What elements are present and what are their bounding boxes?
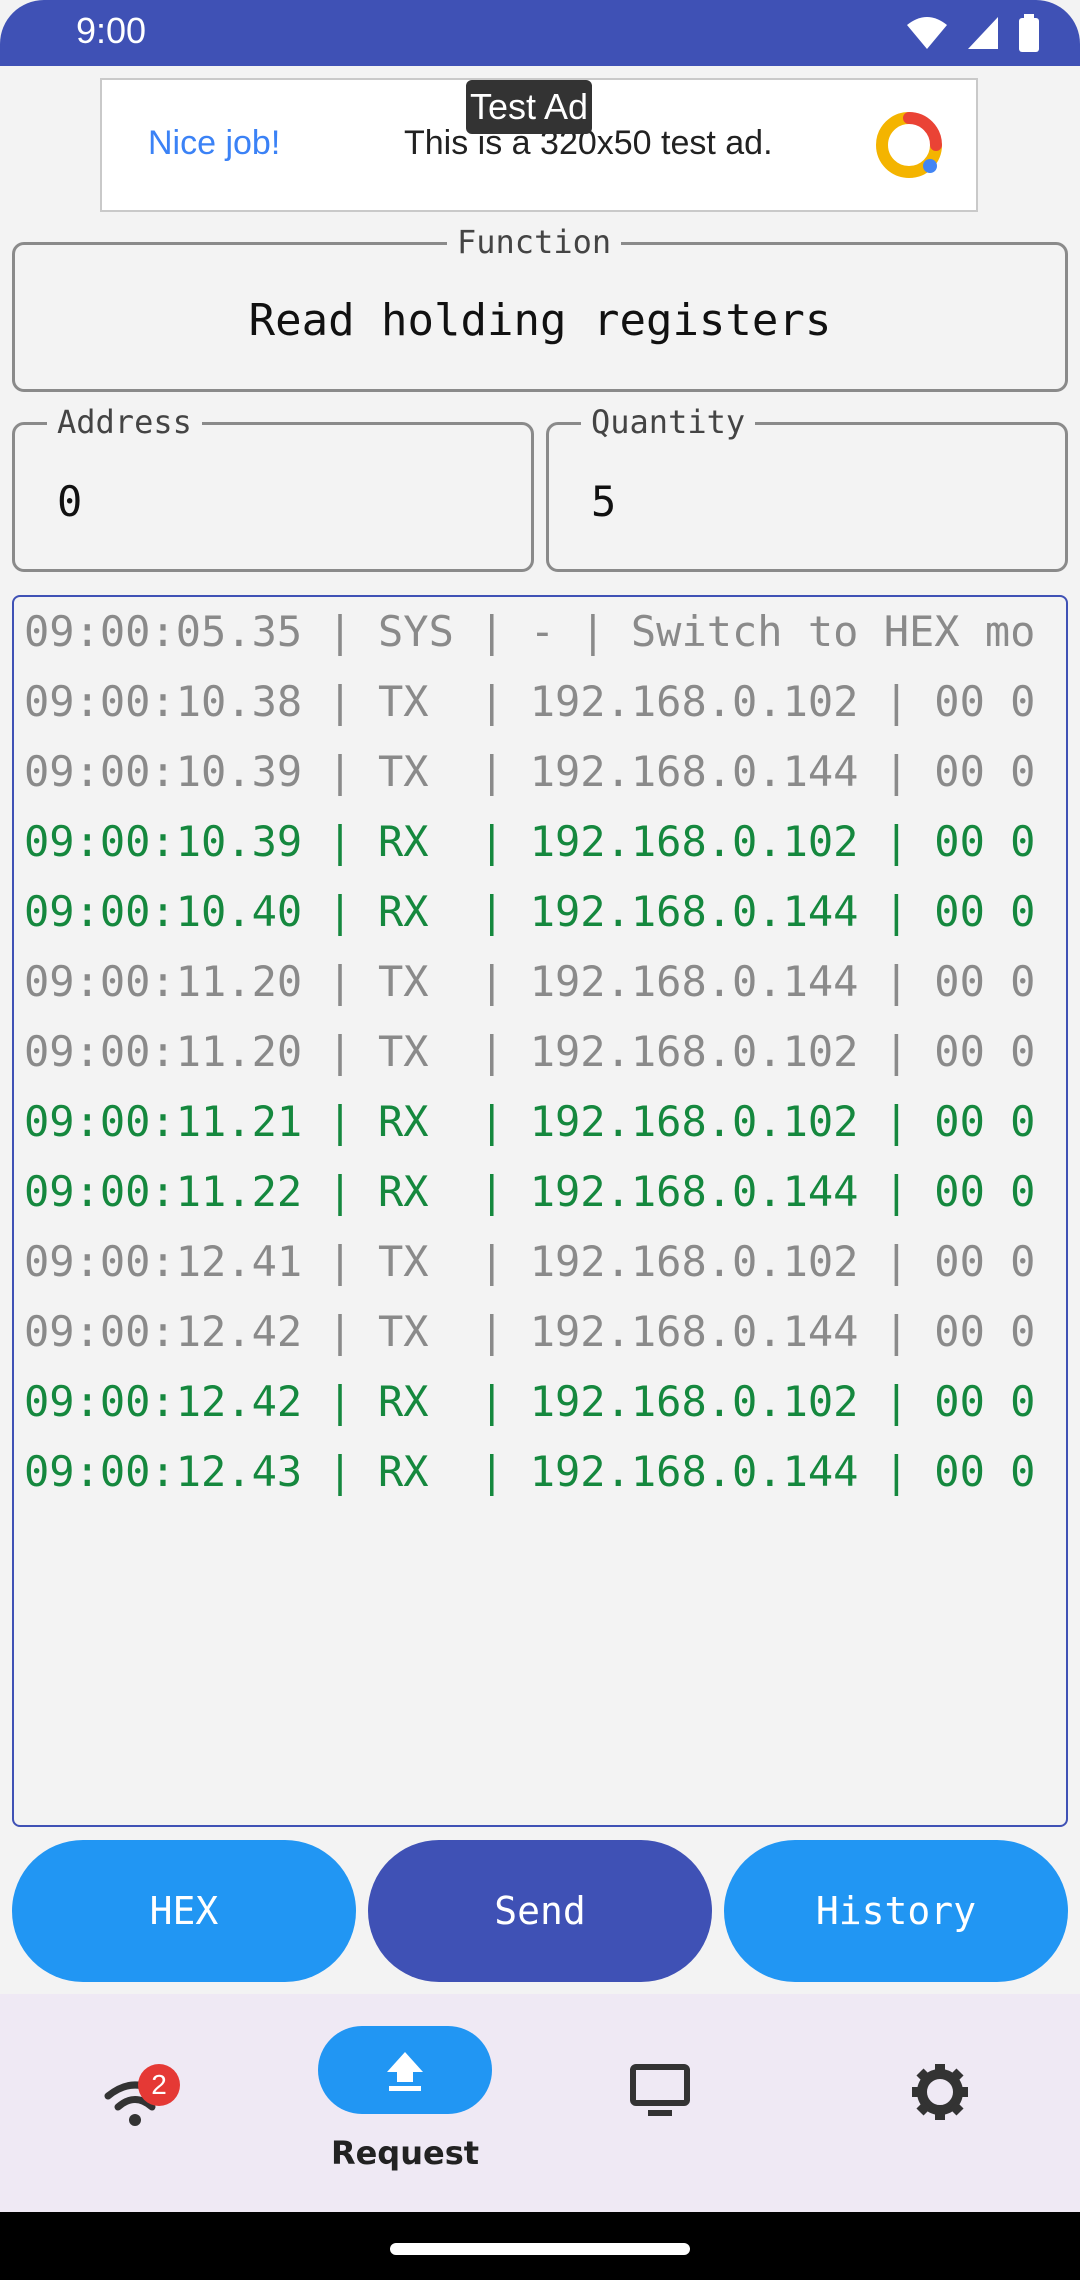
- monitor-icon: [630, 2064, 690, 2116]
- ad-headline: Nice job!: [148, 124, 281, 162]
- hex-button[interactable]: HEX: [12, 1840, 356, 1982]
- quantity-label: Quantity: [581, 403, 756, 441]
- address-label: Address: [47, 403, 202, 441]
- nav-item-monitor[interactable]: [630, 2064, 720, 2154]
- log-line: 09:00:10.40 | RX | 192.168.0.144 | 00 0: [24, 887, 1036, 936]
- nav-label-request: Request: [330, 2134, 480, 2172]
- nav-item-settings[interactable]: [910, 2062, 1000, 2152]
- cellular-icon: [968, 17, 998, 49]
- log-panel[interactable]: 09:00:05.35 | SYS | - | Switch to HEX mo…: [12, 595, 1068, 1827]
- ad-badge: Test Ad: [466, 80, 593, 134]
- log-line: 09:00:10.39 | TX | 192.168.0.144 | 00 0: [24, 747, 1036, 796]
- history-button[interactable]: History: [724, 1840, 1068, 1982]
- log-line: 09:00:11.22 | RX | 192.168.0.144 | 00 0: [24, 1167, 1036, 1216]
- log-line: 09:00:11.20 | TX | 192.168.0.102 | 00 0: [24, 1027, 1036, 1076]
- battery-icon: [1019, 14, 1039, 52]
- wifi-icon: [907, 17, 947, 49]
- gear-icon: [912, 2064, 968, 2120]
- upload-icon: [387, 2052, 423, 2091]
- bottom-navigation: 2 Request: [0, 1994, 1080, 2212]
- function-value: Read holding registers: [248, 295, 832, 346]
- status-bar: 9:00: [0, 0, 1080, 66]
- log-line: 09:00:11.21 | RX | 192.168.0.102 | 00 0: [24, 1097, 1036, 1146]
- status-time: 9:00: [76, 10, 147, 51]
- nav-item-connections[interactable]: 2: [70, 2034, 200, 2164]
- log-line: 09:00:10.39 | RX | 192.168.0.102 | 00 0: [24, 817, 1036, 866]
- log-line: 09:00:10.38 | TX | 192.168.0.102 | 00 0: [24, 677, 1036, 726]
- send-button[interactable]: Send: [368, 1840, 712, 1982]
- quantity-value: 5: [591, 477, 617, 526]
- quantity-field[interactable]: Quantity 5: [546, 403, 1068, 572]
- function-field[interactable]: Function Read holding registers: [12, 223, 1068, 392]
- ad-logo-icon: [876, 112, 942, 178]
- status-icons: [906, 14, 1040, 52]
- notification-badge: 2: [138, 2064, 180, 2106]
- log-line: 09:00:12.41 | TX | 192.168.0.102 | 00 0: [24, 1237, 1036, 1286]
- home-gesture-handle[interactable]: [390, 2243, 690, 2255]
- address-field[interactable]: Address 0: [12, 403, 534, 572]
- function-label: Function: [447, 223, 622, 261]
- nav-item-request[interactable]: [318, 2026, 492, 2114]
- address-value: 0: [57, 477, 83, 526]
- log-line: 09:00:12.42 | TX | 192.168.0.144 | 00 0: [24, 1307, 1036, 1356]
- log-line: 09:00:11.20 | TX | 192.168.0.144 | 00 0: [24, 957, 1036, 1006]
- log-line: 09:00:05.35 | SYS | - | Switch to HEX mo: [24, 607, 1036, 656]
- log-line: 09:00:12.42 | RX | 192.168.0.102 | 00 0: [24, 1377, 1036, 1426]
- log-line: 09:00:12.43 | RX | 192.168.0.144 | 00 0: [24, 1447, 1036, 1496]
